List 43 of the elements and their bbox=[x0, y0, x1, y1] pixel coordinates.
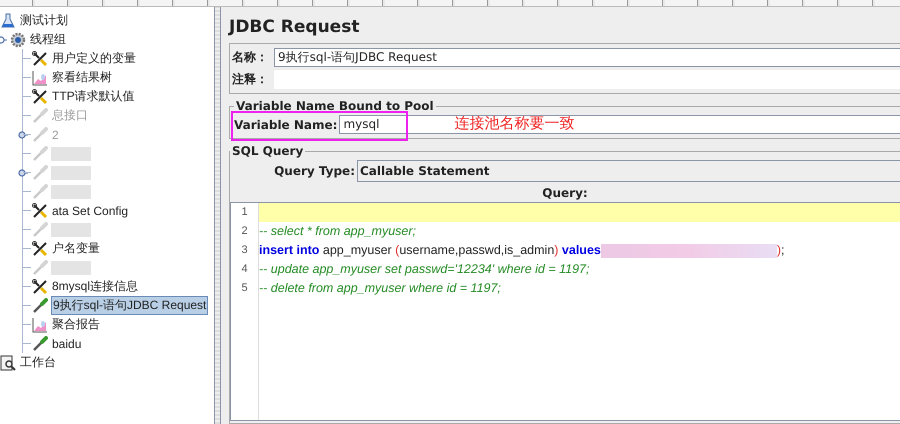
tree-item[interactable]: 工作台 bbox=[19, 354, 57, 371]
line-number: 3 bbox=[231, 241, 259, 260]
tree-item[interactable]: 户名变量 bbox=[51, 240, 101, 257]
code-text: ; bbox=[781, 243, 784, 257]
variable-name-field[interactable]: mysql 连接池名称要一致 bbox=[339, 115, 900, 134]
code-keyword: values bbox=[560, 243, 601, 257]
expand-handle[interactable] bbox=[0, 36, 7, 44]
code-keyword: insert into bbox=[259, 243, 320, 257]
code-comment: -- update app_myuser set passwd='12234' where id = 1197; bbox=[259, 262, 590, 276]
flask-icon bbox=[0, 12, 16, 28]
code-comment: -- select * from app_myuser; bbox=[259, 224, 416, 238]
tree-item[interactable]: baidu bbox=[51, 336, 82, 350]
code-paren: ) bbox=[776, 243, 782, 257]
gear-icon bbox=[10, 32, 26, 48]
field-label: 注释： bbox=[232, 71, 269, 88]
line-number: 2 bbox=[231, 222, 259, 241]
code-comment: -- delete from app_myuser where id = 1197; bbox=[259, 281, 501, 295]
tree-item[interactable]: 测试计划 bbox=[19, 12, 69, 29]
line-number: 4 bbox=[231, 260, 259, 279]
code-text: username,passwd,is_admin bbox=[399, 243, 554, 257]
group-title: SQL Query bbox=[231, 144, 304, 158]
group-title: Variable Name Bound to Pool bbox=[235, 99, 435, 113]
annotation-text: 连接池名称要一致 bbox=[453, 115, 576, 132]
tree-item[interactable]: TTP请求默认值 bbox=[51, 88, 136, 105]
tree-item[interactable]: 聚合报告 bbox=[51, 316, 101, 333]
field-label: 名称： bbox=[232, 49, 269, 66]
name-field[interactable]: 9执行sql-语句JDBC Request bbox=[274, 48, 900, 67]
field-label: Variable Name: bbox=[234, 118, 338, 132]
code-paren: ) bbox=[554, 243, 558, 257]
tree-item[interactable]: ata Set Config bbox=[51, 204, 130, 218]
field-label: Query Type: bbox=[273, 164, 356, 178]
line-number: 5 bbox=[231, 279, 259, 298]
code-paren: ( bbox=[395, 243, 400, 257]
tree-item[interactable]: 9执行sql-语句JDBC Request bbox=[51, 296, 208, 315]
panel-title: JDBC Request bbox=[229, 17, 360, 39]
tree-item[interactable]: 8mysql连接信息 bbox=[51, 278, 140, 295]
query-type-dropdown[interactable]: Callable Statement bbox=[357, 160, 900, 182]
code-editor[interactable]: 1 2 -- select * from app_myuser; 3 insert into app_myuser (username,passwd,is_admin) values ); 4 -- update app_myuser set passwd='12234' where id = 1197; 5 -- delete from app_myuser where id = 1197; bbox=[230, 202, 900, 421]
field-label: Query: bbox=[542, 186, 588, 200]
tree-item[interactable]: 察看结果树 bbox=[51, 69, 113, 86]
code-text: app_myuser bbox=[322, 243, 393, 257]
tree-item[interactable]: 线程组 bbox=[29, 31, 67, 48]
tree-item[interactable]: 用户定义的变量 bbox=[51, 50, 137, 67]
